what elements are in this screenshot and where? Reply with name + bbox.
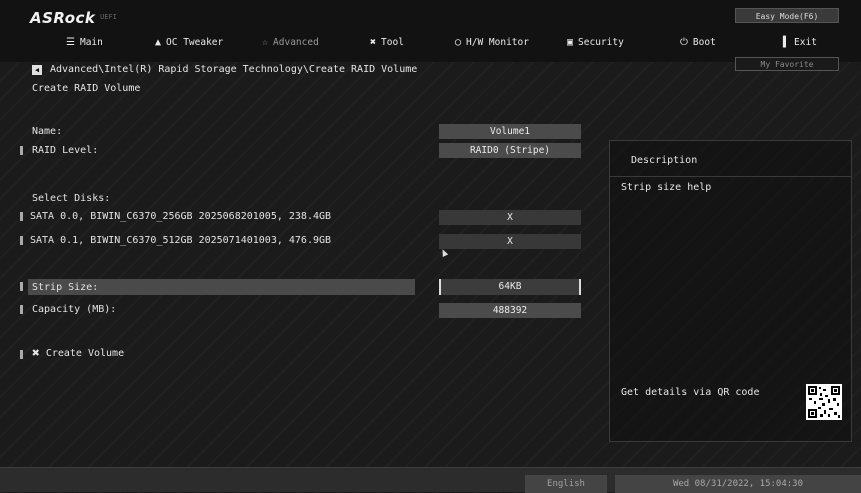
disk-0-bullet: [20, 212, 23, 221]
description-help-text: Strip size help: [621, 182, 712, 193]
datetime-display: Wed 08/31/2022, 15:04:30: [615, 475, 861, 493]
tab-boot-label: Boot: [692, 36, 716, 48]
capacity-value: 488392: [439, 303, 581, 318]
page-title: Create RAID Volume: [32, 83, 141, 94]
list-icon: ☰: [66, 36, 75, 48]
create-volume-item[interactable]: ✖ Create Volume: [32, 346, 124, 361]
description-header: Description: [610, 141, 851, 177]
tab-security[interactable]: ▣ Security: [567, 34, 624, 50]
name-label: Name:: [32, 126, 63, 137]
raid-level-select[interactable]: RAID0 (Stripe): [439, 143, 581, 158]
language-button[interactable]: English: [525, 475, 607, 493]
tab-tool-label: Tool: [381, 36, 404, 48]
rocket-icon: ▲: [155, 36, 162, 48]
select-disks-label: Select Disks:: [32, 193, 111, 204]
power-icon: ⏻: [680, 36, 688, 48]
disk-1-label: SATA 0.1, BIWIN_C6370_512GB 202507140100…: [30, 235, 332, 246]
mouse-cursor-icon: [439, 248, 449, 257]
name-field[interactable]: Volume1: [439, 124, 581, 139]
tab-oc-tweaker-label: OC Tweaker: [166, 36, 224, 48]
capacity-bullet: [20, 305, 23, 314]
description-panel: Description Strip size help Get details …: [609, 140, 852, 442]
tab-exit[interactable]: ▌ Exit: [783, 34, 817, 50]
easy-mode-button[interactable]: Easy Mode(F6): [735, 8, 839, 23]
exit-icon: ▌: [783, 36, 790, 48]
tab-security-label: Security: [578, 36, 624, 48]
create-volume-bullet: [20, 350, 23, 359]
disk-0-select[interactable]: X: [439, 210, 581, 225]
shield-icon: ▣: [567, 36, 574, 48]
qr-code-icon: [806, 384, 842, 420]
status-bar: English Wed 08/31/2022, 15:04:30: [0, 467, 861, 493]
tools-icon: ✖: [370, 36, 377, 48]
disk-1-bullet: [20, 236, 23, 245]
tab-oc-tweaker[interactable]: ▲ OC Tweaker: [155, 34, 223, 50]
disk-0-label: SATA 0.0, BIWIN_C6370_256GB 202506820100…: [30, 211, 332, 222]
tab-advanced-label: Advanced: [273, 36, 319, 48]
tab-advanced[interactable]: ☆ Advanced: [262, 34, 319, 50]
raid-level-label: RAID Level:: [32, 145, 99, 156]
tab-tool[interactable]: ✖ Tool: [370, 34, 404, 50]
tab-main-label: Main: [79, 36, 103, 48]
asrock-logo: ASRock: [30, 9, 96, 27]
star-icon: ☆: [262, 36, 269, 48]
breadcrumb: ◀ Advanced\Intel(R) Rapid Storage Techno…: [32, 64, 417, 75]
tab-hw-monitor-label: H/W Monitor: [466, 36, 529, 48]
tools-icon: ✖: [32, 346, 40, 361]
tab-main[interactable]: ☰ Main: [66, 34, 103, 50]
breadcrumb-path: Advanced\Intel(R) Rapid Storage Technolo…: [50, 64, 418, 75]
tab-hw-monitor[interactable]: ◯ H/W Monitor: [455, 34, 529, 50]
disk-1-select[interactable]: X: [439, 234, 581, 249]
back-arrow-icon[interactable]: ◀: [32, 64, 42, 75]
create-volume-label: Create Volume: [45, 348, 125, 359]
strip-size-bullet: [20, 282, 23, 291]
tab-boot[interactable]: ⏻ Boot: [680, 34, 716, 50]
top-bar: ASRock UEFI Easy Mode(F6) ☰ Main ▲ OC Tw…: [0, 0, 861, 62]
strip-size-select[interactable]: 64KB: [439, 279, 581, 295]
raid-level-bullet: [20, 146, 23, 155]
description-title: Description: [631, 155, 698, 166]
my-favorite-button[interactable]: My Favorite: [735, 57, 839, 71]
monitor-icon: ◯: [455, 36, 462, 48]
tab-exit-label: Exit: [794, 36, 817, 48]
uefi-label: UEFI: [100, 13, 117, 21]
strip-size-label: Strip Size:: [32, 282, 99, 293]
capacity-label: Capacity (MB):: [32, 304, 117, 315]
qr-code-label: Get details via QR code: [621, 387, 760, 398]
